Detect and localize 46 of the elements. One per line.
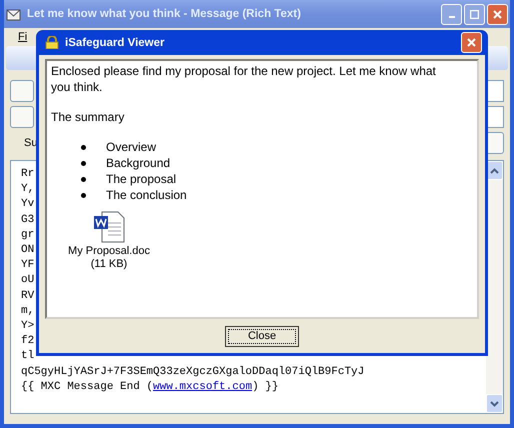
list-item: Background: [106, 155, 170, 171]
scrollbar[interactable]: [486, 161, 503, 413]
list-item: The conclusion: [106, 187, 187, 203]
close-button[interactable]: [487, 4, 508, 24]
code-line: RV: [21, 288, 34, 304]
code-line: m,: [21, 304, 34, 319]
code-line: Rr: [21, 167, 34, 182]
bullet-icon: [81, 160, 86, 166]
close-button[interactable]: Close: [225, 326, 299, 346]
attachment-name[interactable]: My Proposal.doc: [68, 245, 150, 258]
minimize-button[interactable]: [441, 4, 462, 24]
paragraph: The summary: [51, 109, 126, 125]
maximize-icon: [470, 10, 479, 18]
list-item: The proposal: [106, 171, 176, 187]
code-line: tl: [21, 349, 34, 364]
link[interactable]: www.mxcsoft.com: [153, 380, 252, 393]
padlock-icon: [45, 36, 59, 49]
address-button[interactable]: [10, 106, 34, 128]
minimize-icon: [448, 16, 454, 18]
window-title: Let me know what you think - Message (Rich Text): [27, 8, 301, 20]
close-button[interactable]: [461, 32, 482, 53]
code-line: G3: [21, 212, 34, 228]
code-line: Y>: [21, 319, 34, 334]
document-icon[interactable]: [92, 211, 126, 243]
code-line: gr: [21, 228, 34, 243]
code-line: YF: [21, 258, 34, 274]
bullet-icon: [81, 176, 86, 182]
close-icon: [493, 10, 502, 18]
bullet-icon: [81, 192, 86, 198]
maximize-button[interactable]: [464, 4, 485, 24]
dialog-title: iSafeguard Viewer: [65, 36, 164, 48]
code-line: ON: [21, 243, 34, 258]
address-button[interactable]: [10, 80, 34, 102]
menu-item[interactable]: Fi: [18, 31, 28, 43]
code-line: f2: [21, 334, 34, 350]
close-icon: [467, 38, 476, 47]
code-line: Y,: [21, 182, 34, 198]
code-line: qC5gyHLjYASrJ+7F3SEmQ33zeXgczGXgaloDDaql07iQlB9FcTyJ: [21, 364, 364, 380]
code-line: oU: [21, 273, 34, 288]
attachment-size: (11 KB): [90, 258, 128, 271]
code-line: {{ MXC Message End (www.mxcsoft.com) }}: [21, 380, 278, 395]
envelope-icon: [6, 7, 22, 21]
list-item: Overview: [106, 139, 156, 155]
bullet-icon: [81, 144, 86, 150]
paragraph: Enclosed please find my proposal for the new project. Let me know what you think.: [51, 63, 436, 95]
code-line: Yv: [21, 197, 34, 212]
